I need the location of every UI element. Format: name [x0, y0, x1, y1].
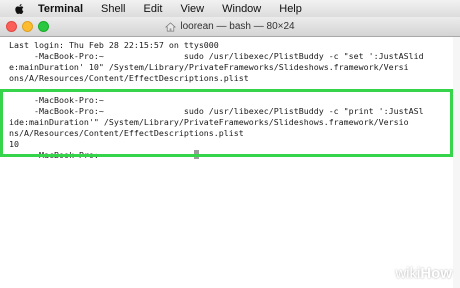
menu-window[interactable]: Window	[222, 3, 261, 15]
menu-terminal[interactable]: Terminal	[38, 3, 83, 15]
window-titlebar[interactable]: loorean — bash — 80×24	[0, 17, 460, 37]
menu-bar: Terminal Shell Edit View Window Help	[0, 0, 460, 18]
terminal-line: -MacBook-Pro:~ sudo /usr/libexec/PlistBu…	[9, 51, 424, 61]
apple-icon[interactable]	[14, 3, 26, 15]
watermark-wiki: wiki	[395, 265, 421, 282]
scrollbar[interactable]	[453, 37, 460, 288]
wikihow-watermark: wikiHow	[395, 265, 452, 282]
menu-view[interactable]: View	[180, 3, 204, 15]
highlight-box	[0, 89, 453, 157]
menu-help[interactable]: Help	[279, 3, 302, 15]
terminal-line: Last login: Thu Feb 28 22:15:57 on ttys0…	[9, 40, 219, 50]
terminal-output[interactable]: Last login: Thu Feb 28 22:15:57 on ttys0…	[0, 37, 460, 288]
window-title-text: loorean — bash — 80×24	[180, 21, 295, 32]
zoom-button[interactable]	[38, 21, 49, 32]
minimize-button[interactable]	[22, 21, 33, 32]
terminal-line: e:mainDuration' 10" /System/Library/Priv…	[9, 62, 409, 72]
close-button[interactable]	[6, 21, 17, 32]
window-controls	[6, 21, 49, 32]
window-title: loorean — bash — 80×24	[165, 21, 295, 32]
terminal-window: loorean — bash — 80×24 Last login: Thu F…	[0, 17, 460, 288]
home-folder-icon	[165, 21, 177, 31]
menu-shell[interactable]: Shell	[101, 3, 125, 15]
watermark-how: How	[420, 265, 452, 282]
terminal-line: ons/A/Resources/Content/EffectDescriptio…	[9, 73, 249, 83]
menu-edit[interactable]: Edit	[144, 3, 163, 15]
